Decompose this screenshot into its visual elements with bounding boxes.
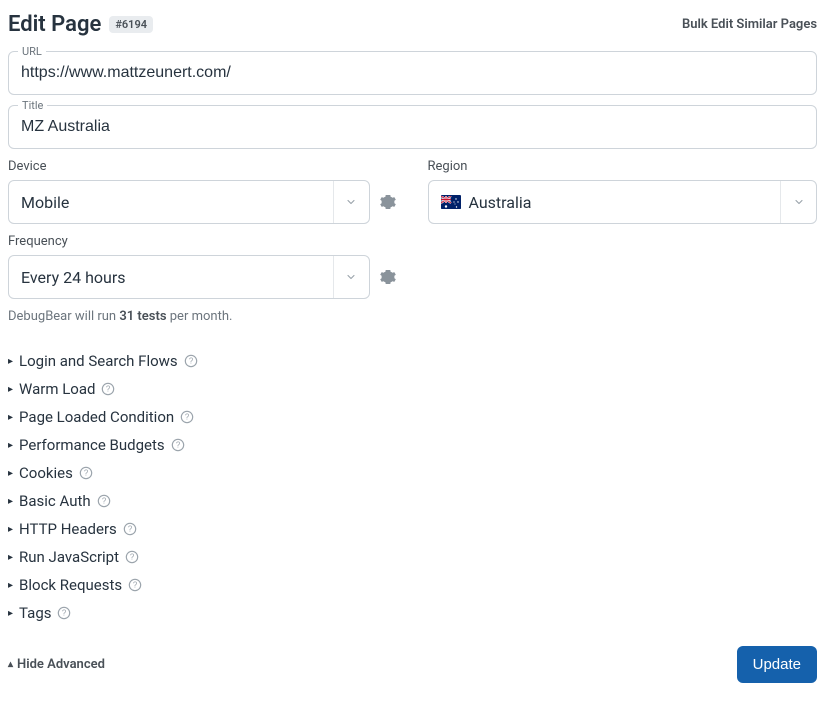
caret-right-icon: ▸	[8, 468, 13, 479]
help-icon[interactable]: ?	[79, 466, 93, 480]
device-region-row: Device Mobile Region	[8, 159, 817, 224]
chevron-down-icon	[333, 181, 369, 223]
svg-text:?: ?	[185, 413, 190, 422]
info-count: 31 tests	[119, 309, 166, 324]
svg-text:?: ?	[101, 497, 106, 506]
help-icon[interactable]: ?	[57, 606, 71, 620]
region-label: Region	[428, 159, 818, 174]
section-login-search-flows[interactable]: ▸ Login and Search Flows ?	[8, 352, 817, 370]
device-value: Mobile	[9, 193, 81, 212]
page-id-badge: #6194	[109, 16, 153, 33]
section-warm-load[interactable]: ▸ Warm Load ?	[8, 380, 817, 398]
caret-right-icon: ▸	[8, 552, 13, 563]
page-title: Edit Page	[8, 12, 101, 37]
gear-icon	[380, 194, 396, 210]
update-button[interactable]: Update	[737, 646, 817, 683]
svg-text:?: ?	[106, 385, 111, 394]
svg-text:?: ?	[62, 609, 67, 618]
hide-advanced-toggle[interactable]: ▴ Hide Advanced	[8, 657, 105, 672]
frequency-value: Every 24 hours	[9, 268, 138, 287]
region-col: Region	[428, 159, 818, 224]
section-label: Login and Search Flows	[19, 352, 178, 370]
tests-per-month-info: DebugBear will run 31 tests per month.	[8, 309, 817, 324]
section-label: Warm Load	[19, 380, 95, 398]
help-icon[interactable]: ?	[123, 522, 137, 536]
section-label: Page Loaded Condition	[19, 408, 174, 426]
url-input[interactable]	[8, 51, 817, 95]
section-label: Basic Auth	[19, 492, 91, 510]
advanced-sections: ▸ Login and Search Flows ? ▸ Warm Load ?…	[8, 352, 817, 622]
frequency-select[interactable]: Every 24 hours	[8, 255, 370, 299]
caret-right-icon: ▸	[8, 384, 13, 395]
frequency-spacer	[428, 234, 818, 299]
section-label: Run JavaScript	[19, 548, 119, 566]
chevron-down-icon	[333, 256, 369, 298]
help-icon[interactable]: ?	[184, 354, 198, 368]
info-suffix: per month.	[167, 309, 233, 324]
device-settings-button[interactable]	[378, 192, 398, 212]
form-footer: ▴ Hide Advanced Update	[8, 646, 817, 683]
gear-icon	[380, 269, 396, 285]
region-value-text: Australia	[469, 193, 532, 212]
title-label: Title	[18, 99, 47, 112]
region-select-row: Australia	[428, 180, 818, 224]
caret-right-icon: ▸	[8, 356, 13, 367]
page-header: Edit Page #6194 Bulk Edit Similar Pages	[8, 12, 817, 37]
url-label: URL	[18, 45, 46, 58]
header-left: Edit Page #6194	[8, 12, 153, 37]
help-icon[interactable]: ?	[128, 578, 142, 592]
frequency-select-row: Every 24 hours	[8, 255, 398, 299]
device-col: Device Mobile	[8, 159, 398, 224]
help-icon[interactable]: ?	[171, 438, 185, 452]
url-field-wrapper: URL	[8, 51, 817, 95]
help-icon[interactable]: ?	[101, 382, 115, 396]
section-performance-budgets[interactable]: ▸ Performance Budgets ?	[8, 436, 817, 454]
svg-text:?: ?	[128, 525, 133, 534]
svg-text:?: ?	[133, 581, 138, 590]
svg-text:?: ?	[84, 469, 89, 478]
device-select-row: Mobile	[8, 180, 398, 224]
section-label: Performance Budgets	[19, 436, 165, 454]
caret-right-icon: ▸	[8, 524, 13, 535]
title-input[interactable]	[8, 105, 817, 149]
device-select[interactable]: Mobile	[8, 180, 370, 224]
caret-right-icon: ▸	[8, 440, 13, 451]
section-label: Tags	[19, 604, 51, 622]
australia-flag-icon	[441, 195, 461, 209]
caret-right-icon: ▸	[8, 412, 13, 423]
section-basic-auth[interactable]: ▸ Basic Auth ?	[8, 492, 817, 510]
caret-right-icon: ▸	[8, 580, 13, 591]
help-icon[interactable]: ?	[180, 410, 194, 424]
chevron-down-icon	[780, 181, 816, 223]
section-tags[interactable]: ▸ Tags ?	[8, 604, 817, 622]
section-cookies[interactable]: ▸ Cookies ?	[8, 464, 817, 482]
svg-text:?: ?	[175, 441, 180, 450]
section-label: Block Requests	[19, 576, 122, 594]
caret-right-icon: ▸	[8, 496, 13, 507]
caret-right-icon: ▸	[8, 608, 13, 619]
title-field-wrapper: Title	[8, 105, 817, 149]
frequency-label: Frequency	[8, 234, 398, 249]
section-label: Cookies	[19, 464, 73, 482]
region-select[interactable]: Australia	[428, 180, 818, 224]
help-icon[interactable]: ?	[97, 494, 111, 508]
section-label: HTTP Headers	[19, 520, 117, 538]
bulk-edit-link[interactable]: Bulk Edit Similar Pages	[682, 17, 817, 32]
section-page-loaded-condition[interactable]: ▸ Page Loaded Condition ?	[8, 408, 817, 426]
section-block-requests[interactable]: ▸ Block Requests ?	[8, 576, 817, 594]
region-value: Australia	[429, 193, 544, 212]
frequency-settings-button[interactable]	[378, 267, 398, 287]
device-label: Device	[8, 159, 398, 174]
caret-up-icon: ▴	[8, 659, 13, 670]
section-http-headers[interactable]: ▸ HTTP Headers ?	[8, 520, 817, 538]
section-run-javascript[interactable]: ▸ Run JavaScript ?	[8, 548, 817, 566]
help-icon[interactable]: ?	[125, 550, 139, 564]
frequency-col: Frequency Every 24 hours	[8, 234, 398, 299]
frequency-row: Frequency Every 24 hours	[8, 234, 817, 299]
hide-advanced-label: Hide Advanced	[17, 657, 105, 672]
info-prefix: DebugBear will run	[8, 309, 119, 324]
svg-text:?: ?	[130, 553, 135, 562]
svg-text:?: ?	[188, 357, 193, 366]
